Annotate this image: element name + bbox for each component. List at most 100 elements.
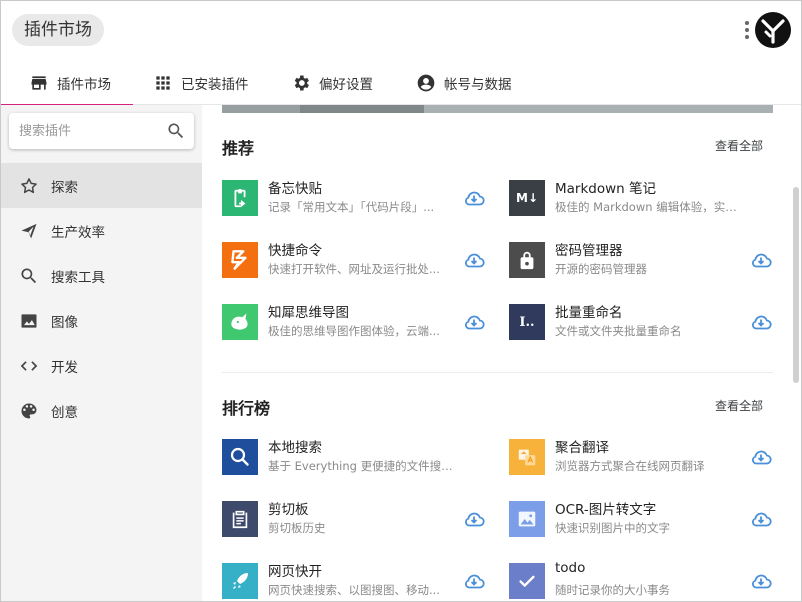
- sidebar-item-productivity[interactable]: 生产效率: [1, 208, 202, 253]
- rhino-mindmap-icon: [222, 304, 258, 340]
- sidebar-item-image[interactable]: 图像: [1, 298, 202, 343]
- plugin-name: 网页快开: [268, 564, 322, 580]
- clipboard-note-icon: [222, 180, 258, 216]
- sidebar-item-develop[interactable]: 开发: [1, 343, 202, 388]
- app-logo-icon[interactable]: [755, 12, 791, 48]
- star-icon: [21, 177, 37, 193]
- plugin-card[interactable]: I.. 批量重命名 文件或文件夹批量重命名: [509, 300, 779, 346]
- palette-icon: [21, 403, 37, 418]
- search-input[interactable]: [19, 113, 159, 149]
- send-icon: [21, 223, 37, 238]
- plugin-card[interactable]: 备忘快贴 记录「常用文本」「代码片段」...: [222, 176, 492, 222]
- plugin-description: 随时记录你的大小事务: [555, 583, 670, 597]
- sidebar-item-label: 图像: [51, 314, 78, 331]
- markdown-icon: M↓: [509, 180, 545, 216]
- tab-label: 偏好设置: [319, 77, 373, 93]
- gear-icon: [294, 75, 309, 91]
- plugin-name: 知犀思维导图: [268, 305, 349, 321]
- page-title: 插件市场: [12, 14, 104, 46]
- cloud-download-icon[interactable]: [462, 248, 486, 272]
- section-divider: [222, 372, 773, 373]
- plugin-name: todo: [555, 560, 586, 576]
- section-title-recommend: 推荐: [222, 139, 255, 158]
- plugin-name: 聚合翻译: [555, 440, 609, 456]
- cloud-download-icon[interactable]: [749, 569, 773, 593]
- image-icon: [21, 313, 37, 328]
- rename-icon: I..: [509, 304, 545, 340]
- sidebar-item-explore[interactable]: 探索: [1, 163, 202, 208]
- more-dot: [745, 21, 749, 25]
- tab-account-data[interactable]: 帐号与数据: [416, 61, 512, 105]
- view-all-recommend-link[interactable]: 查看全部: [715, 137, 763, 154]
- plugin-name: Markdown 笔记: [555, 181, 657, 197]
- plugin-card[interactable]: 网页快开 网页快速搜索、以图搜图、移动...: [222, 559, 492, 601]
- category-nav: 探索 生产效率 搜索工具 图像 开发 创意: [1, 163, 202, 433]
- section-title-ranking: 排行榜: [222, 399, 271, 418]
- main-content: 推荐 查看全部 备忘快贴 记录「常用文本」「代码片段」... M↓ Markdo…: [202, 105, 801, 601]
- plugin-description: 剪切板历史: [268, 521, 326, 535]
- plugin-description: 快速打开软件、网址及运行批处...: [268, 262, 440, 276]
- cloud-download-icon[interactable]: [749, 507, 773, 531]
- sidebar-item-label: 创意: [51, 404, 78, 421]
- plugin-name: 本地搜索: [268, 440, 322, 456]
- translate-icon: [509, 439, 545, 475]
- tab-label: 插件市场: [57, 77, 111, 93]
- lock-icon: [509, 242, 545, 278]
- view-all-ranking-link[interactable]: 查看全部: [715, 397, 763, 414]
- plugin-card[interactable]: 知犀思维导图 极佳的思维导图作图体验，云端...: [222, 300, 492, 346]
- plugin-description: 开源的密码管理器: [555, 262, 647, 276]
- plugin-card[interactable]: 密码管理器 开源的密码管理器: [509, 238, 779, 284]
- tab-preferences[interactable]: 偏好设置: [291, 61, 373, 105]
- plugin-card[interactable]: M↓ Markdown 笔记 极佳的 Markdown 编辑体验，实时...: [509, 176, 779, 222]
- more-dot: [745, 28, 749, 32]
- more-menu-button[interactable]: [741, 19, 753, 43]
- main-scrollbar[interactable]: [793, 187, 799, 383]
- lightning-command-icon: [222, 242, 258, 278]
- tab-installed-plugins[interactable]: 已安装插件: [153, 61, 249, 105]
- plugin-card[interactable]: OCR-图片转文字 快速识别图片中的文字: [509, 497, 779, 543]
- plugin-card[interactable]: todo 随时记录你的大小事务: [509, 559, 779, 601]
- plugin-description: 网页快速搜索、以图搜图、移动...: [268, 583, 440, 597]
- cloud-download-icon[interactable]: [749, 248, 773, 272]
- cloud-download-icon[interactable]: [749, 310, 773, 334]
- sidebar-item-creative[interactable]: 创意: [1, 388, 202, 433]
- cloud-download-icon[interactable]: [462, 569, 486, 593]
- plugin-card[interactable]: 聚合翻译 浏览器方式聚合在线网页翻译: [509, 435, 779, 481]
- plugin-description: 文件或文件夹批量重命名: [555, 324, 682, 338]
- plugin-description: 记录「常用文本」「代码片段」...: [268, 200, 435, 214]
- cloud-download-icon[interactable]: [462, 507, 486, 531]
- local-search-icon: [222, 439, 258, 475]
- store-icon: [31, 76, 47, 90]
- code-icon: [20, 360, 38, 371]
- plugin-name: 批量重命名: [555, 305, 623, 321]
- grid-icon: [156, 76, 170, 90]
- tab-label: 已安装插件: [181, 77, 249, 93]
- plugin-card[interactable]: 快捷命令 快速打开软件、网址及运行批处...: [222, 238, 492, 284]
- plugin-description: 浏览器方式聚合在线网页翻译: [555, 459, 705, 473]
- search-icon: [21, 268, 37, 283]
- cloud-download-icon[interactable]: [749, 445, 773, 469]
- plugin-search-box: [9, 113, 194, 149]
- plugin-card[interactable]: 剪切板 剪切板历史: [222, 497, 492, 543]
- tab-plugin-market[interactable]: 插件市场: [1, 61, 133, 106]
- cloud-download-icon[interactable]: [462, 310, 486, 334]
- plugin-description: 极佳的 Markdown 编辑体验，实时...: [555, 200, 740, 214]
- sidebar-item-label: 开发: [51, 359, 78, 376]
- banner-carousel[interactable]: [222, 105, 773, 113]
- search-icon[interactable]: [166, 121, 186, 141]
- plugin-name: 备忘快贴: [268, 181, 322, 197]
- plugin-card[interactable]: 本地搜索 基于 Everything 更便捷的文件搜索...: [222, 435, 492, 481]
- sidebar: 探索 生产效率 搜索工具 图像 开发 创意: [1, 105, 202, 601]
- plugin-name: OCR-图片转文字: [555, 502, 657, 518]
- header: 插件市场: [1, 1, 801, 61]
- plugin-name: 剪切板: [268, 502, 309, 518]
- top-tabs: 插件市场 已安装插件 偏好设置 帐号与数据: [1, 61, 801, 106]
- tab-label: 帐号与数据: [444, 77, 512, 93]
- sidebar-item-search-tools[interactable]: 搜索工具: [1, 253, 202, 298]
- cloud-download-icon[interactable]: [462, 186, 486, 210]
- rocket-icon: [222, 563, 258, 599]
- sidebar-item-label: 生产效率: [51, 224, 105, 241]
- more-dot: [745, 35, 749, 39]
- plugin-name: 密码管理器: [555, 243, 623, 259]
- checkmark-todo-icon: [509, 563, 545, 599]
